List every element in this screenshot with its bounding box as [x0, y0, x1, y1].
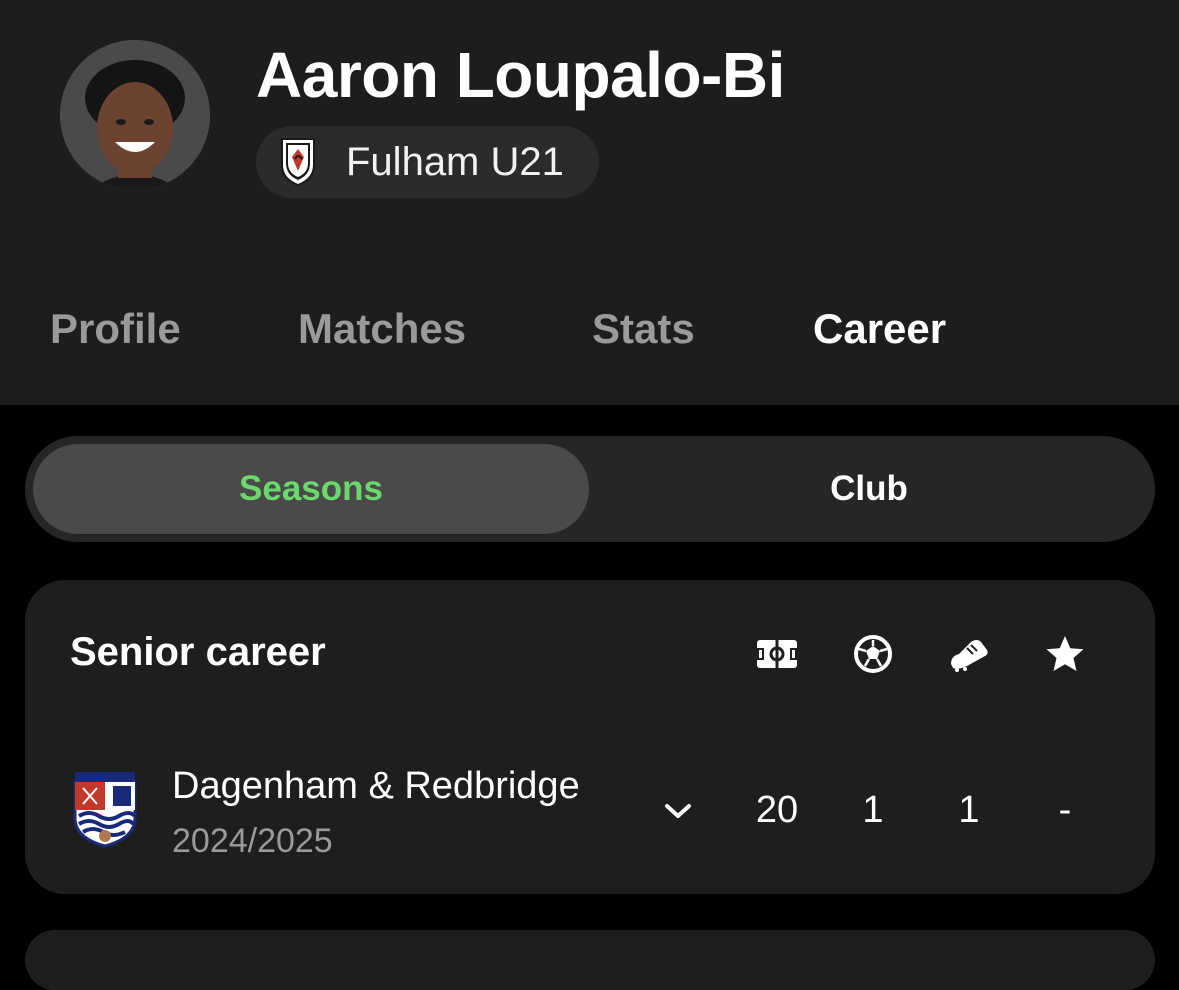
tab-profile[interactable]: Profile	[50, 305, 181, 353]
player-header: Aaron Loupalo-Bi Fulham U21 Profile Matc…	[0, 0, 1179, 405]
section-title: Senior career	[70, 630, 326, 674]
dagenham-crest-icon	[73, 770, 137, 848]
player-avatar	[60, 40, 210, 190]
seasons-club-toggle: Seasons Club	[25, 436, 1155, 542]
stat-assists: 1	[958, 789, 980, 831]
fulham-crest-icon	[278, 137, 318, 187]
club-name: Dagenham & Redbridge	[172, 765, 580, 807]
season-label: 2024/2025	[172, 822, 333, 860]
star-icon	[1043, 634, 1087, 674]
next-card	[25, 930, 1155, 990]
senior-career-card: Senior career Dagenham & Redbridge 2024/…	[25, 580, 1155, 894]
segment-seasons[interactable]: Seasons	[33, 444, 589, 534]
pitch-icon	[755, 634, 799, 674]
stat-goals: 1	[862, 789, 884, 831]
team-chip[interactable]: Fulham U21	[256, 126, 599, 198]
stat-rating: -	[1058, 789, 1072, 831]
stat-appearances: 20	[755, 789, 799, 831]
boot-icon	[947, 634, 991, 674]
segment-club[interactable]: Club	[591, 444, 1147, 534]
chevron-down-icon[interactable]	[661, 798, 695, 822]
tab-matches[interactable]: Matches	[298, 305, 466, 353]
team-name: Fulham U21	[346, 140, 564, 184]
player-name: Aaron Loupalo-Bi	[256, 39, 785, 111]
tab-career[interactable]: Career	[813, 305, 946, 353]
tab-stats[interactable]: Stats	[592, 305, 695, 353]
ball-icon	[851, 634, 895, 674]
